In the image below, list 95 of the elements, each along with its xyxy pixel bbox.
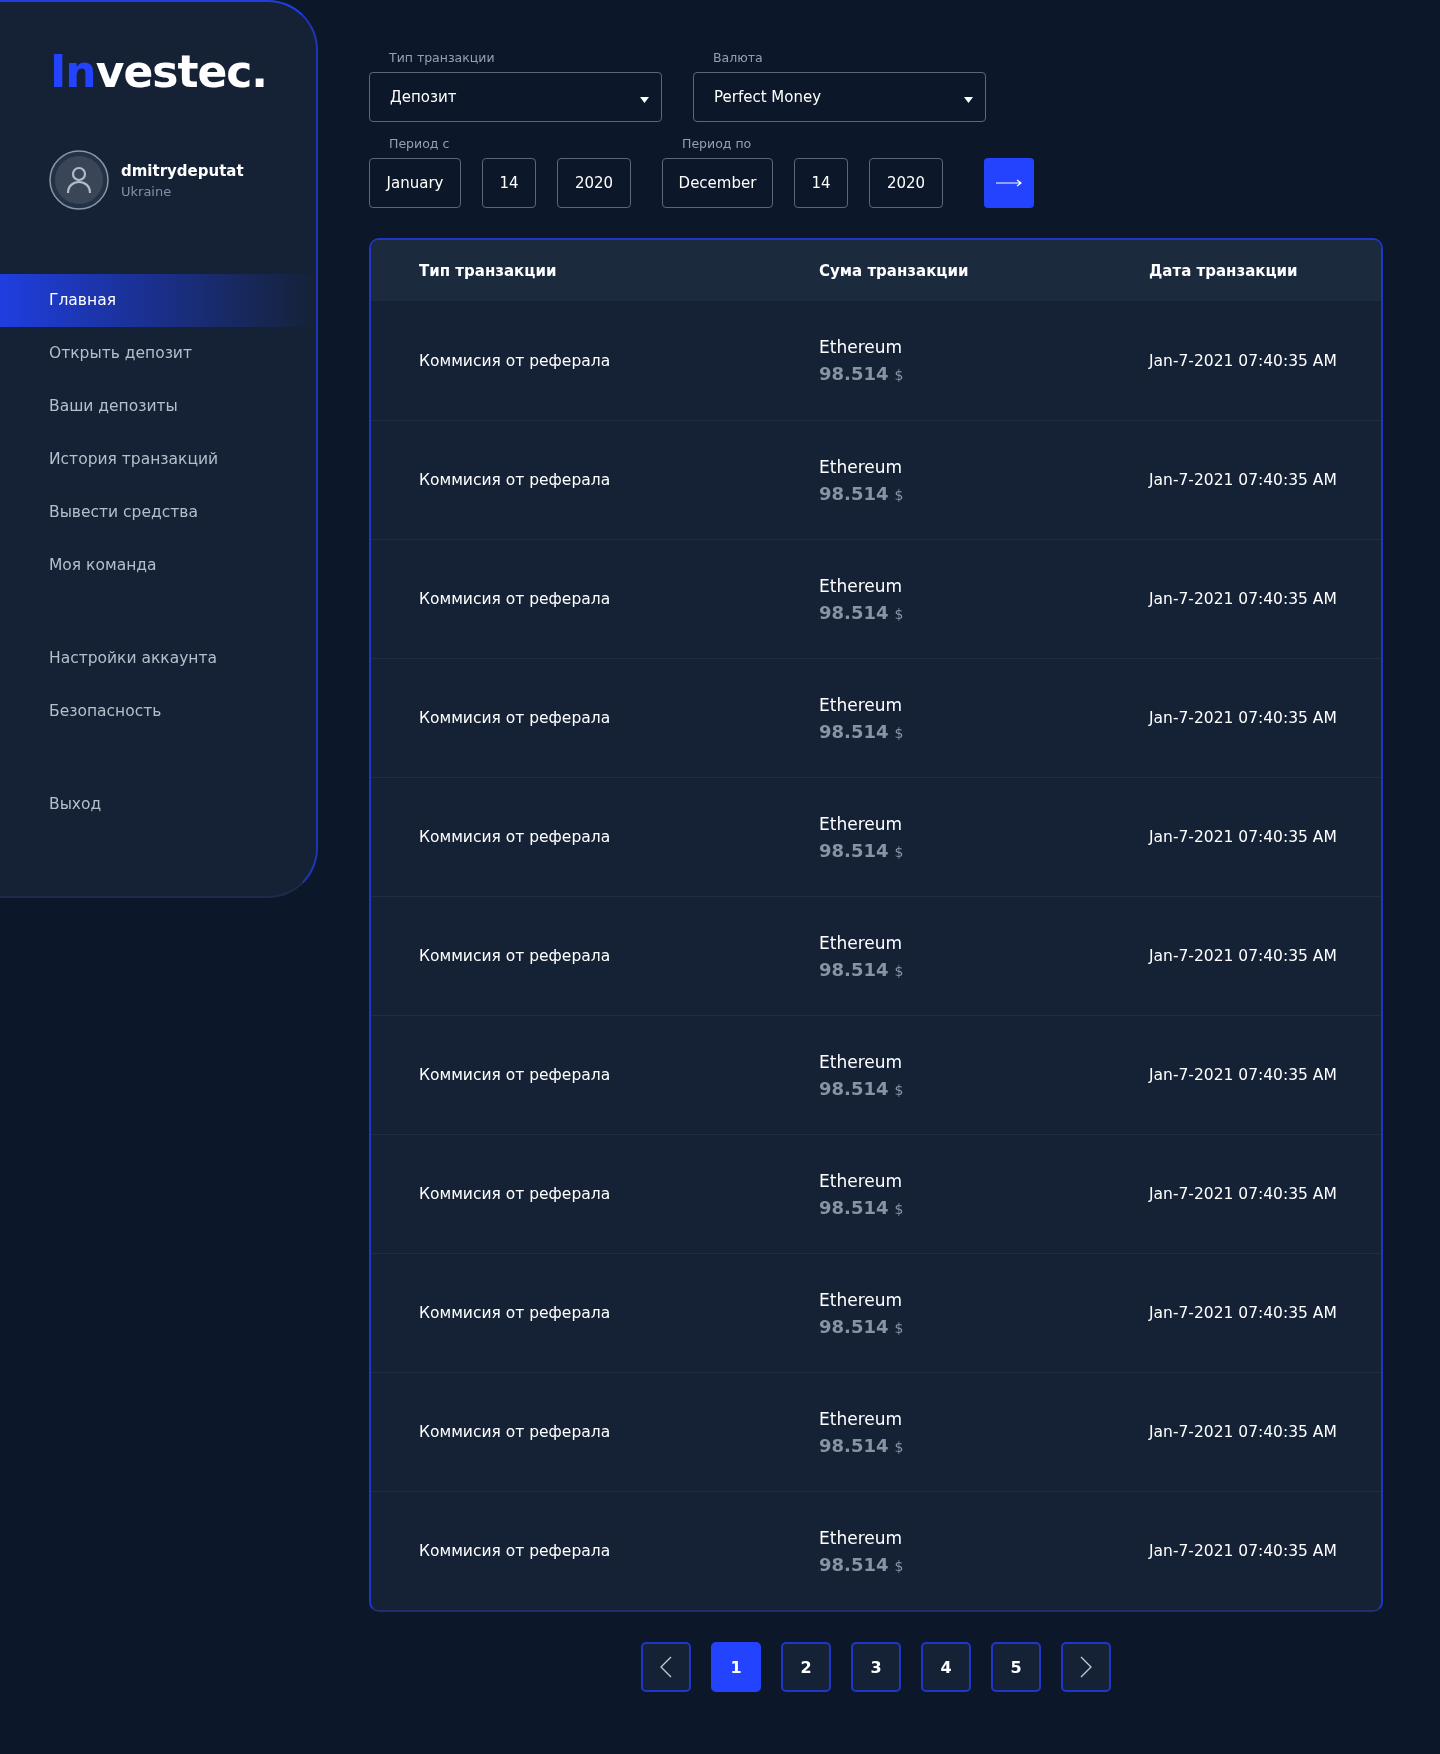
field-label: Валюта bbox=[712, 50, 764, 65]
user-country: Ukraine bbox=[121, 183, 173, 199]
month-field[interactable]: January bbox=[369, 158, 461, 208]
amount-value: 98.514 bbox=[819, 1315, 889, 1337]
transaction-type: Коммисия от реферала bbox=[419, 1066, 611, 1084]
column-header: Тип транзакции bbox=[419, 261, 557, 280]
currency-name: Ethereum bbox=[819, 813, 903, 834]
page-button[interactable]: 4 bbox=[921, 1642, 971, 1692]
transaction-date: Jan-7-2021 07:40:35 AM bbox=[1149, 1185, 1337, 1203]
currency-name: Ethereum bbox=[819, 1527, 903, 1548]
transaction-date: Jan-7-2021 07:40:35 AM bbox=[1149, 351, 1337, 370]
chevron-right-icon bbox=[1080, 1656, 1092, 1678]
page-button[interactable]: 2 bbox=[781, 1642, 831, 1692]
nav-item[interactable]: Безопасность bbox=[0, 685, 316, 738]
caret-icon bbox=[640, 97, 649, 103]
amount-value: 98.514 bbox=[819, 363, 889, 384]
currency-unit: $ bbox=[894, 1319, 904, 1336]
transaction-date: Jan-7-2021 07:40:35 AM bbox=[1149, 1423, 1337, 1441]
nav-item[interactable]: Открыть депозит bbox=[0, 327, 316, 380]
field-label: Тип транзакции bbox=[388, 50, 496, 65]
transaction-date: Jan-7-2021 07:40:35 AM bbox=[1149, 709, 1337, 727]
arrow-right-icon bbox=[996, 179, 1022, 187]
transaction-type: Коммисия от реферала bbox=[419, 1542, 611, 1560]
currency-name: Ethereum bbox=[819, 456, 903, 477]
dropdown[interactable]: Депозит bbox=[369, 72, 662, 122]
currency-name: Ethereum bbox=[819, 1408, 903, 1429]
caret-icon bbox=[964, 97, 973, 103]
nav-item[interactable]: Настройки аккаунта bbox=[0, 632, 316, 685]
amount-value: 98.514 bbox=[819, 839, 889, 861]
month-field[interactable]: December bbox=[662, 158, 773, 208]
page-button[interactable]: 3 bbox=[851, 1642, 901, 1692]
page-button[interactable]: 1 bbox=[711, 1642, 761, 1692]
currency-unit: $ bbox=[894, 367, 904, 383]
currency-unit: $ bbox=[894, 1438, 904, 1455]
nav-item[interactable]: История транзакций bbox=[0, 433, 316, 486]
chevron-left-icon bbox=[660, 1656, 672, 1678]
amount-value: 98.514 bbox=[819, 601, 889, 623]
apply-button[interactable] bbox=[984, 158, 1034, 208]
column-header: Дата транзакции bbox=[1149, 261, 1298, 280]
nav-item[interactable]: Ваши депозиты bbox=[0, 380, 316, 433]
next-page-button[interactable] bbox=[1061, 1642, 1111, 1692]
currency-unit: $ bbox=[894, 843, 904, 860]
dropdown[interactable]: Perfect Money bbox=[693, 72, 986, 122]
currency-unit: $ bbox=[894, 962, 904, 979]
currency-unit: $ bbox=[894, 1200, 904, 1217]
transaction-type: Коммисия от реферала bbox=[419, 828, 611, 846]
page-button[interactable]: 5 bbox=[991, 1642, 1041, 1692]
avatar-icon bbox=[49, 150, 109, 210]
transaction-type: Коммисия от реферала bbox=[419, 1423, 611, 1441]
currency-name: Ethereum bbox=[819, 1051, 903, 1072]
transaction-date: Jan-7-2021 07:40:35 AM bbox=[1149, 1542, 1337, 1560]
transaction-type: Коммисия от реферала bbox=[419, 351, 611, 370]
currency-unit: $ bbox=[894, 1081, 904, 1098]
year-field[interactable]: 2020 bbox=[557, 158, 631, 208]
amount-value: 98.514 bbox=[819, 958, 889, 980]
transaction-type: Коммисия от реферала bbox=[419, 947, 611, 965]
transaction-date: Jan-7-2021 07:40:35 AM bbox=[1149, 1304, 1337, 1322]
column-header: Сума транзакции bbox=[819, 261, 969, 280]
nav-item[interactable]: Вывести средства bbox=[0, 486, 316, 539]
transaction-type: Коммисия от реферала bbox=[419, 1185, 611, 1203]
amount-value: 98.514 bbox=[819, 1196, 889, 1218]
logo: Investec. bbox=[49, 46, 268, 98]
currency-name: Ethereum bbox=[819, 932, 903, 953]
currency-unit: $ bbox=[894, 486, 904, 503]
username: dmitrydeputat bbox=[121, 161, 244, 180]
currency-name: Ethereum bbox=[819, 1289, 903, 1310]
currency-name: Ethereum bbox=[819, 1170, 903, 1191]
day-field[interactable]: 14 bbox=[482, 158, 536, 208]
currency-unit: $ bbox=[894, 1557, 904, 1574]
currency-unit: $ bbox=[894, 724, 904, 741]
transaction-date: Jan-7-2021 07:40:35 AM bbox=[1149, 1066, 1337, 1084]
nav-item[interactable]: Выход bbox=[0, 778, 316, 831]
transaction-type: Коммисия от реферала bbox=[419, 471, 611, 489]
amount-value: 98.514 bbox=[819, 1077, 889, 1099]
transaction-date: Jan-7-2021 07:40:35 AM bbox=[1149, 828, 1337, 846]
amount-value: 98.514 bbox=[819, 1434, 889, 1456]
nav-item[interactable]: Моя команда bbox=[0, 539, 316, 592]
previous-page-button[interactable] bbox=[641, 1642, 691, 1692]
transaction-date: Jan-7-2021 07:40:35 AM bbox=[1149, 590, 1337, 608]
transaction-type: Коммисия от реферала bbox=[419, 709, 611, 727]
transaction-date: Jan-7-2021 07:40:35 AM bbox=[1149, 947, 1337, 965]
currency-name: Ethereum bbox=[819, 694, 903, 715]
field-label: Период с bbox=[388, 136, 451, 151]
amount-value: 98.514 bbox=[819, 1553, 889, 1575]
transaction-date: Jan-7-2021 07:40:35 AM bbox=[1149, 471, 1337, 489]
currency-name: Ethereum bbox=[819, 575, 903, 596]
field-label: Период по bbox=[681, 136, 753, 151]
amount-value: 98.514 bbox=[819, 482, 889, 504]
currency-unit: $ bbox=[894, 605, 904, 622]
currency-name: Ethereum bbox=[819, 337, 903, 357]
amount-value: 98.514 bbox=[819, 720, 889, 742]
year-field[interactable]: 2020 bbox=[869, 158, 943, 208]
transaction-type: Коммисия от реферала bbox=[419, 590, 611, 608]
transaction-type: Коммисия от реферала bbox=[419, 1304, 611, 1322]
day-field[interactable]: 14 bbox=[794, 158, 848, 208]
